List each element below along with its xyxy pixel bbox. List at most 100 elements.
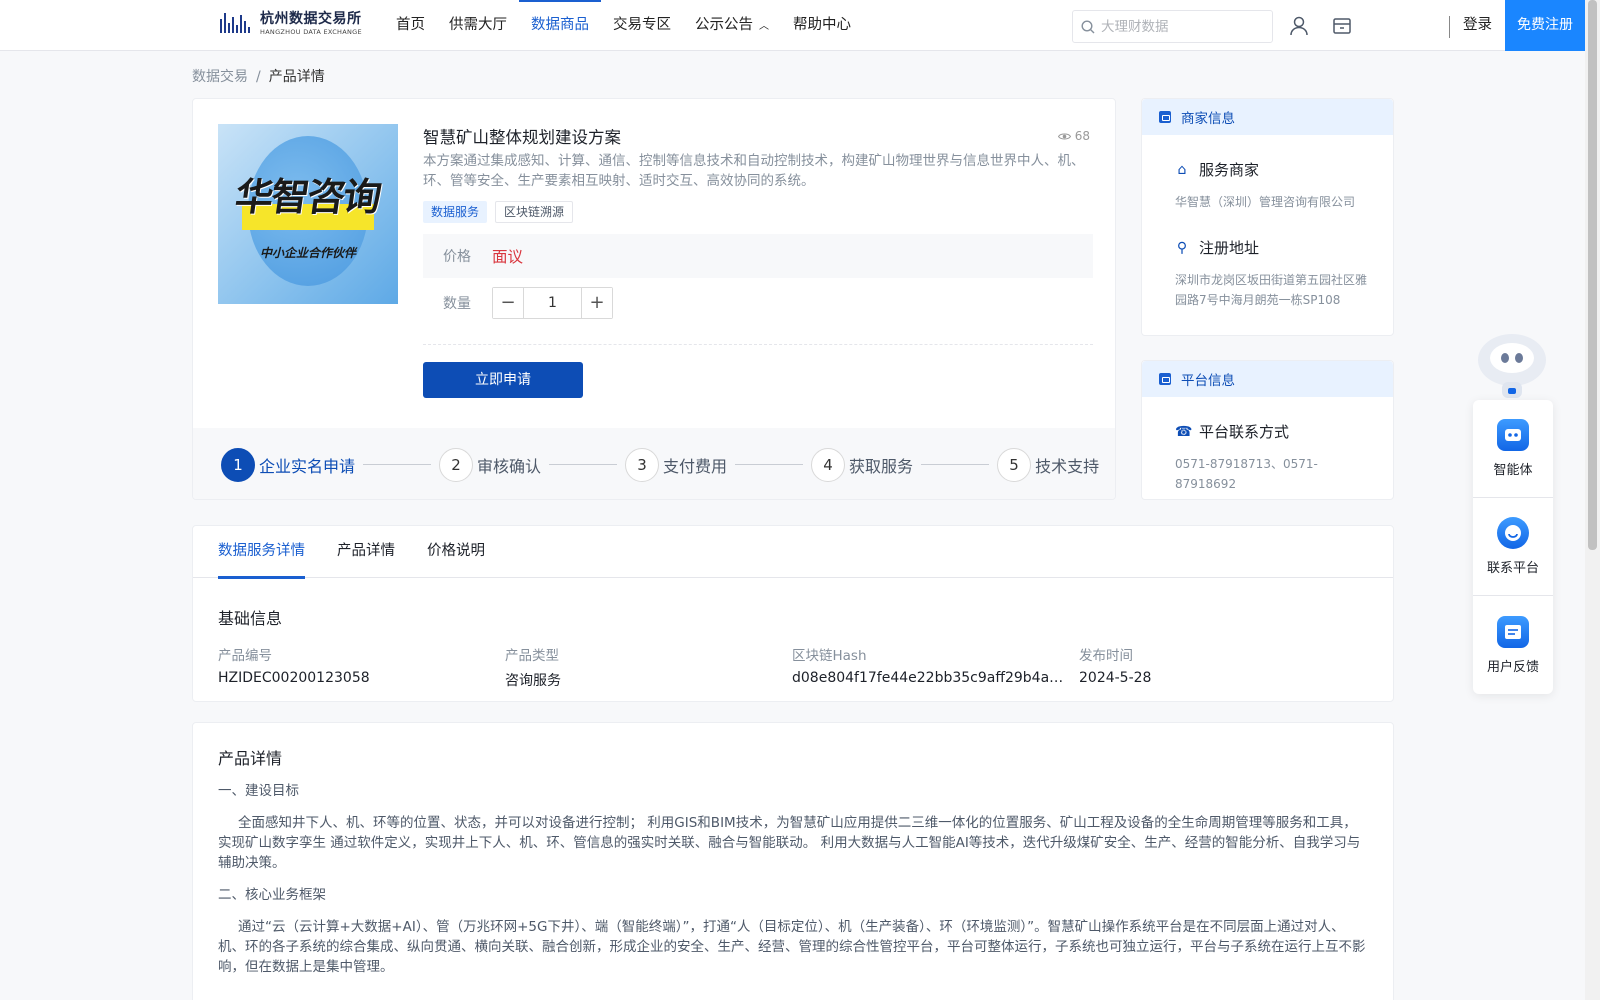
register-button[interactable]: 免费注册 (1505, 0, 1585, 51)
float-contact[interactable]: 联系平台 (1473, 498, 1553, 596)
nav-home[interactable]: 首页 (384, 0, 437, 51)
info-product-id: 产品编号 HZIDEC00200123058 (218, 644, 505, 690)
step-number: 5 (997, 447, 1032, 482)
step-number: 4 (811, 447, 846, 482)
service-merchant-value: 华智慧（深圳）管理咨询有限公司 (1175, 195, 1356, 209)
quantity-stepper: − 1 + (492, 287, 613, 319)
nav-announcements[interactable]: 公示公告 ︿ (683, 0, 781, 51)
basic-info-title: 基础信息 (218, 609, 283, 628)
main-nav: 首页 供需大厅 数据商品 交易专区 公示公告 ︿ 帮助中心 (384, 0, 863, 51)
logo-subtitle: HANGZHOU DATA EXCHANGE (260, 28, 362, 36)
service-merchant-title: 服务商家 (1199, 161, 1260, 179)
step-label: 企业实名申请 (259, 456, 356, 476)
nav-announcements-label: 公示公告 (695, 17, 753, 33)
headset-icon (1497, 517, 1529, 549)
step-1: 1 企业实名申请 (221, 447, 439, 482)
decrement-button[interactable]: − (493, 288, 523, 318)
detail-body: 一、建设目标 全面感知井下人、机、环等的位置、状态，并可以对设备进行控制； 利用… (218, 781, 1368, 989)
home-icon: ⌂ (1177, 161, 1187, 178)
login-link[interactable]: 登录 (1463, 0, 1492, 51)
product-detail-card: 产品详情 一、建设目标 全面感知井下人、机、环等的位置、状态，并可以对设备进行控… (192, 722, 1394, 1000)
tab-price-note[interactable]: 价格说明 (427, 526, 485, 578)
step-number: 2 (439, 447, 474, 482)
step-label: 审核确认 (477, 456, 542, 476)
detail-tabs: 数据服务详情 产品详情 价格说明 (193, 526, 1393, 579)
address-value: 深圳市龙岗区坂田街道第五园社区雅园路7号中海月朗苑一栋SP108 (1175, 273, 1368, 307)
info-value: 咨询服务 (505, 673, 561, 689)
eye-icon (1057, 133, 1071, 139)
step-number: 1 (221, 447, 255, 482)
quantity-label: 数量 (443, 296, 471, 312)
nav-trade-zone[interactable]: 交易专区 (601, 0, 683, 51)
platform-header: 平台信息 (1142, 361, 1393, 397)
platform-contact-section: ☎ 平台联系方式 0571-87918713、0571-87918692 (1175, 421, 1370, 494)
logo-bars-icon (220, 12, 254, 35)
nav-supply-demand[interactable]: 供需大厅 (437, 0, 519, 51)
scrollbar-thumb[interactable] (1588, 0, 1597, 550)
info-value: d08e804f17fe44e22bb35c9aff29b4ac06bf… (792, 670, 1064, 686)
search-box[interactable] (1072, 10, 1273, 43)
step-4: 4 获取服务 (811, 447, 997, 482)
price-label: 价格 (443, 249, 471, 265)
nav-data-products[interactable]: 数据商品 (519, 0, 601, 51)
chevron-up-icon: ︿ (759, 21, 769, 32)
float-agent[interactable]: 智能体 (1473, 400, 1553, 498)
page-scrollbar[interactable] (1585, 0, 1600, 1000)
search-input[interactable] (1101, 18, 1261, 35)
step-label: 获取服务 (849, 456, 914, 476)
view-count-value: 68 (1074, 129, 1090, 143)
section-heading: 二、核心业务框架 (218, 887, 326, 903)
info-key: 发布时间 (1079, 648, 1133, 664)
apply-button[interactable]: 立即申请 (423, 362, 583, 398)
product-image-subtitle: 中小企业合作伙伴 (259, 246, 356, 260)
breadcrumb-separator: / (256, 69, 261, 85)
merchant-icon (1159, 111, 1171, 123)
divider (423, 344, 1093, 345)
breadcrumb-current: 产品详情 (268, 69, 325, 85)
step-number: 3 (625, 447, 660, 482)
info-product-type: 产品类型 咨询服务 (505, 644, 792, 690)
agent-icon (1497, 419, 1529, 451)
step-label: 技术支持 (1035, 456, 1100, 476)
info-publish-date: 发布时间 2024-5-28 (1079, 644, 1366, 690)
tab-product-detail[interactable]: 产品详情 (337, 526, 395, 578)
address-title: 注册地址 (1199, 239, 1260, 257)
address-section: ⚲ 注册地址 深圳市龙岗区坂田街道第五园社区雅园路7号中海月朗苑一栋SP108 (1175, 237, 1370, 310)
info-value: 2024-5-28 (1079, 670, 1152, 686)
float-contact-label: 联系平台 (1486, 561, 1539, 576)
product-title: 智慧矿山整体规划建设方案 (423, 128, 621, 147)
section-paragraph: 全面感知井下人、机、环等的位置、状态，并可以对设备进行控制； 利用GIS和BIM… (218, 815, 1361, 871)
nav-help[interactable]: 帮助中心 (781, 0, 863, 51)
header-divider (1449, 16, 1450, 38)
product-card: 华智咨询 中小企业合作伙伴 智慧矿山整体规划建设方案 68 本方案通过集成感知、… (192, 98, 1116, 500)
robot-mascot-icon[interactable] (1472, 326, 1552, 402)
float-feedback[interactable]: 用户反馈 (1473, 596, 1553, 694)
service-merchant-section: ⌂ 服务商家 华智慧（深圳）管理咨询有限公司 (1175, 159, 1370, 212)
increment-button[interactable]: + (582, 288, 612, 318)
tab-service-detail[interactable]: 数据服务详情 (218, 526, 305, 579)
float-agent-label: 智能体 (1493, 463, 1533, 478)
merchant-header-label: 商家信息 (1181, 111, 1235, 127)
platform-icon (1159, 373, 1171, 385)
info-key: 区块链Hash (792, 648, 867, 664)
merchant-header: 商家信息 (1142, 99, 1393, 135)
platform-header-label: 平台信息 (1181, 373, 1235, 389)
store-icon[interactable] (1331, 15, 1353, 37)
user-icon[interactable] (1288, 15, 1310, 37)
basic-info-grid: 产品编号 HZIDEC00200123058 产品类型咨询服务 区块链Hash d0… (218, 644, 1366, 690)
product-description: 本方案通过集成感知、计算、通信、控制等信息技术和自动控制技术，构建矿山物理世界与… (423, 153, 1085, 189)
view-count: 68 (1057, 129, 1090, 143)
platform-contact-title: 平台联系方式 (1199, 423, 1290, 441)
service-detail-card: 数据服务详情 产品详情 价格说明 基础信息 产品编号 HZIDEC00200123… (192, 525, 1394, 702)
section-paragraph: 通过“云（云计算+大数据+AI）、管（万兆环网+5G下井）、端（智能终端）”，打… (218, 919, 1366, 975)
step-5: 5 技术支持 (997, 447, 1100, 482)
breadcrumb-parent[interactable]: 数据交易 (192, 69, 248, 85)
step-label: 支付费用 (663, 456, 728, 476)
info-key: 产品编号 (218, 648, 272, 664)
site-logo[interactable]: 杭州数据交易所 HANGZHOU DATA EXCHANGE (220, 12, 362, 36)
info-key: 产品类型 (505, 648, 559, 664)
float-feedback-label: 用户反馈 (1486, 659, 1539, 675)
section-heading: 一、建设目标 (218, 783, 299, 799)
info-value: HZIDEC00200123058 (218, 670, 370, 686)
quantity-input[interactable]: 1 (523, 288, 582, 318)
